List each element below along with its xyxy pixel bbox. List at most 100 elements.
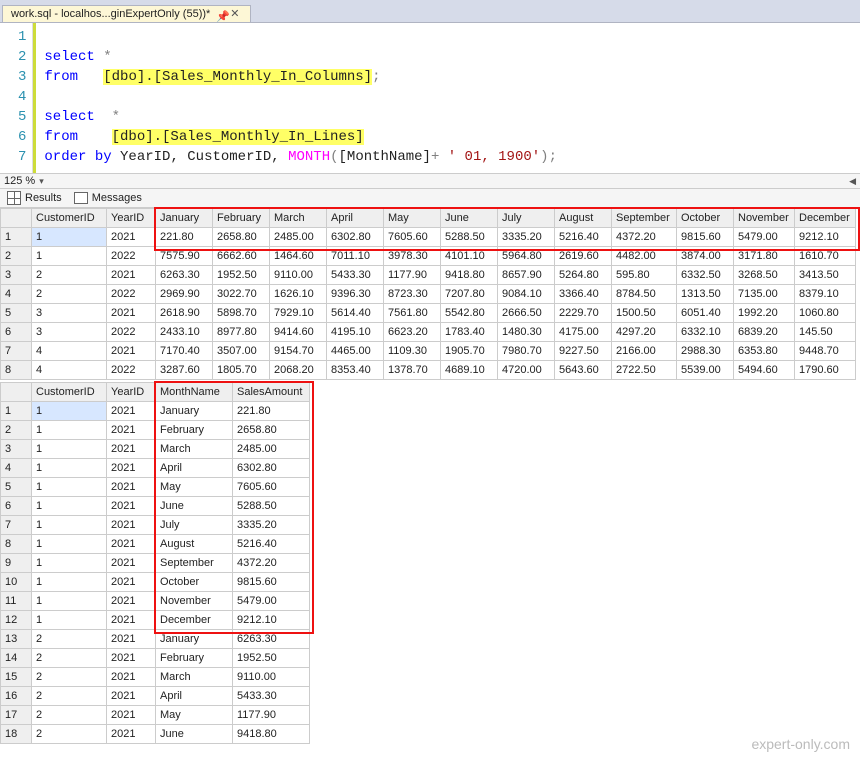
zoom-value[interactable]: 125 %	[4, 175, 35, 187]
data-cell[interactable]: 2021	[107, 342, 156, 361]
data-cell[interactable]: 6332.50	[677, 266, 734, 285]
data-cell[interactable]: 9414.60	[270, 323, 327, 342]
data-cell[interactable]: 5479.00	[734, 228, 795, 247]
table-row[interactable]: 4220222969.903022.701626.109396.308723.3…	[1, 285, 856, 304]
rownum-cell[interactable]: 13	[1, 630, 32, 649]
col-header-yearid[interactable]: YearID	[107, 209, 156, 228]
data-cell[interactable]: 5479.00	[233, 592, 310, 611]
data-cell[interactable]: 7575.90	[156, 247, 213, 266]
data-cell[interactable]: 2969.90	[156, 285, 213, 304]
data-cell[interactable]: 4372.20	[612, 228, 677, 247]
data-cell[interactable]: 4372.20	[233, 554, 310, 573]
data-cell[interactable]: 1	[32, 421, 107, 440]
data-cell[interactable]: 221.80	[233, 402, 310, 421]
table-row[interactable]: 912021September4372.20	[1, 554, 310, 573]
data-cell[interactable]: 5433.30	[327, 266, 384, 285]
data-cell[interactable]: 9084.10	[498, 285, 555, 304]
col-header-october[interactable]: October	[677, 209, 734, 228]
data-cell[interactable]: 2	[32, 285, 107, 304]
data-cell[interactable]: 2021	[107, 266, 156, 285]
data-cell[interactable]: 4	[32, 361, 107, 380]
data-cell[interactable]: 6302.80	[233, 459, 310, 478]
table-row[interactable]: 1422021February1952.50	[1, 649, 310, 668]
data-cell[interactable]: 1500.50	[612, 304, 677, 323]
data-cell[interactable]: 5288.50	[233, 497, 310, 516]
data-cell[interactable]: 2658.80	[233, 421, 310, 440]
table-row[interactable]: 1112021November5479.00	[1, 592, 310, 611]
data-cell[interactable]: 1805.70	[213, 361, 270, 380]
data-cell[interactable]: 4689.10	[441, 361, 498, 380]
rownum-cell[interactable]: 7	[1, 342, 32, 361]
data-cell[interactable]: 5216.40	[555, 228, 612, 247]
col-header-august[interactable]: August	[555, 209, 612, 228]
data-cell[interactable]: 2021	[107, 630, 156, 649]
data-cell[interactable]: 5264.80	[555, 266, 612, 285]
data-cell[interactable]: 7561.80	[384, 304, 441, 323]
rownum-cell[interactable]: 9	[1, 554, 32, 573]
data-cell[interactable]: 2021	[107, 535, 156, 554]
data-cell[interactable]: September	[156, 554, 233, 573]
data-cell[interactable]: 5898.70	[213, 304, 270, 323]
col-header-june[interactable]: June	[441, 209, 498, 228]
rownum-cell[interactable]: 17	[1, 706, 32, 725]
col-header-january[interactable]: January	[156, 209, 213, 228]
data-cell[interactable]: 1464.60	[270, 247, 327, 266]
data-cell[interactable]: 1783.40	[441, 323, 498, 342]
data-cell[interactable]: 1	[32, 573, 107, 592]
rownum-cell[interactable]: 7	[1, 516, 32, 535]
data-cell[interactable]: 1	[32, 497, 107, 516]
grid2-wrap[interactable]: CustomerIDYearIDMonthNameSalesAmount1120…	[0, 382, 860, 744]
rownum-cell[interactable]: 4	[1, 285, 32, 304]
data-cell[interactable]: 2485.00	[233, 440, 310, 459]
data-cell[interactable]: 3171.80	[734, 247, 795, 266]
data-cell[interactable]: 9212.10	[233, 611, 310, 630]
data-cell[interactable]: 1	[32, 554, 107, 573]
table-row[interactable]: 112021January221.80	[1, 402, 310, 421]
data-cell[interactable]: 3	[32, 304, 107, 323]
data-cell[interactable]: 2229.70	[555, 304, 612, 323]
data-cell[interactable]: January	[156, 402, 233, 421]
col-header-march[interactable]: March	[270, 209, 327, 228]
table-row[interactable]: 412021April6302.80	[1, 459, 310, 478]
col-header-yearid[interactable]: YearID	[107, 383, 156, 402]
data-cell[interactable]: 6263.30	[233, 630, 310, 649]
table-row[interactable]: 512021May7605.60	[1, 478, 310, 497]
rownum-cell[interactable]: 16	[1, 687, 32, 706]
data-cell[interactable]: 1378.70	[384, 361, 441, 380]
data-cell[interactable]: 1	[32, 592, 107, 611]
data-cell[interactable]: 2021	[107, 611, 156, 630]
data-cell[interactable]: 3507.00	[213, 342, 270, 361]
rownum-cell[interactable]: 3	[1, 440, 32, 459]
rownum-header[interactable]	[1, 209, 32, 228]
data-cell[interactable]: 6623.20	[384, 323, 441, 342]
results-grid-2[interactable]: CustomerIDYearIDMonthNameSalesAmount1120…	[0, 382, 310, 744]
pin-icon[interactable]: 📌	[216, 10, 224, 18]
data-cell[interactable]: 1	[32, 516, 107, 535]
data-cell[interactable]: 595.80	[612, 266, 677, 285]
data-cell[interactable]: 9154.70	[270, 342, 327, 361]
data-cell[interactable]: 1	[32, 440, 107, 459]
data-cell[interactable]: 1992.20	[734, 304, 795, 323]
data-cell[interactable]: 4175.00	[555, 323, 612, 342]
data-cell[interactable]: 2	[32, 649, 107, 668]
data-cell[interactable]: 2	[32, 668, 107, 687]
data-cell[interactable]: 5216.40	[233, 535, 310, 554]
data-cell[interactable]: 2485.00	[270, 228, 327, 247]
data-cell[interactable]: 9396.30	[327, 285, 384, 304]
data-cell[interactable]: 9418.80	[233, 725, 310, 744]
col-header-february[interactable]: February	[213, 209, 270, 228]
data-cell[interactable]: 1480.30	[498, 323, 555, 342]
data-cell[interactable]: 1313.50	[677, 285, 734, 304]
data-cell[interactable]: 8353.40	[327, 361, 384, 380]
data-cell[interactable]: 8379.10	[795, 285, 856, 304]
table-row[interactable]: 7420217170.403507.009154.704465.001109.3…	[1, 342, 856, 361]
grid1-wrap[interactable]: CustomerIDYearIDJanuaryFebruaryMarchApri…	[0, 208, 860, 380]
data-cell[interactable]: 2022	[107, 323, 156, 342]
data-cell[interactable]: 4101.10	[441, 247, 498, 266]
data-cell[interactable]: 8723.30	[384, 285, 441, 304]
data-cell[interactable]: 2021	[107, 649, 156, 668]
col-header-december[interactable]: December	[795, 209, 856, 228]
data-cell[interactable]: 1177.90	[384, 266, 441, 285]
data-cell[interactable]: March	[156, 440, 233, 459]
data-cell[interactable]: 9418.80	[441, 266, 498, 285]
